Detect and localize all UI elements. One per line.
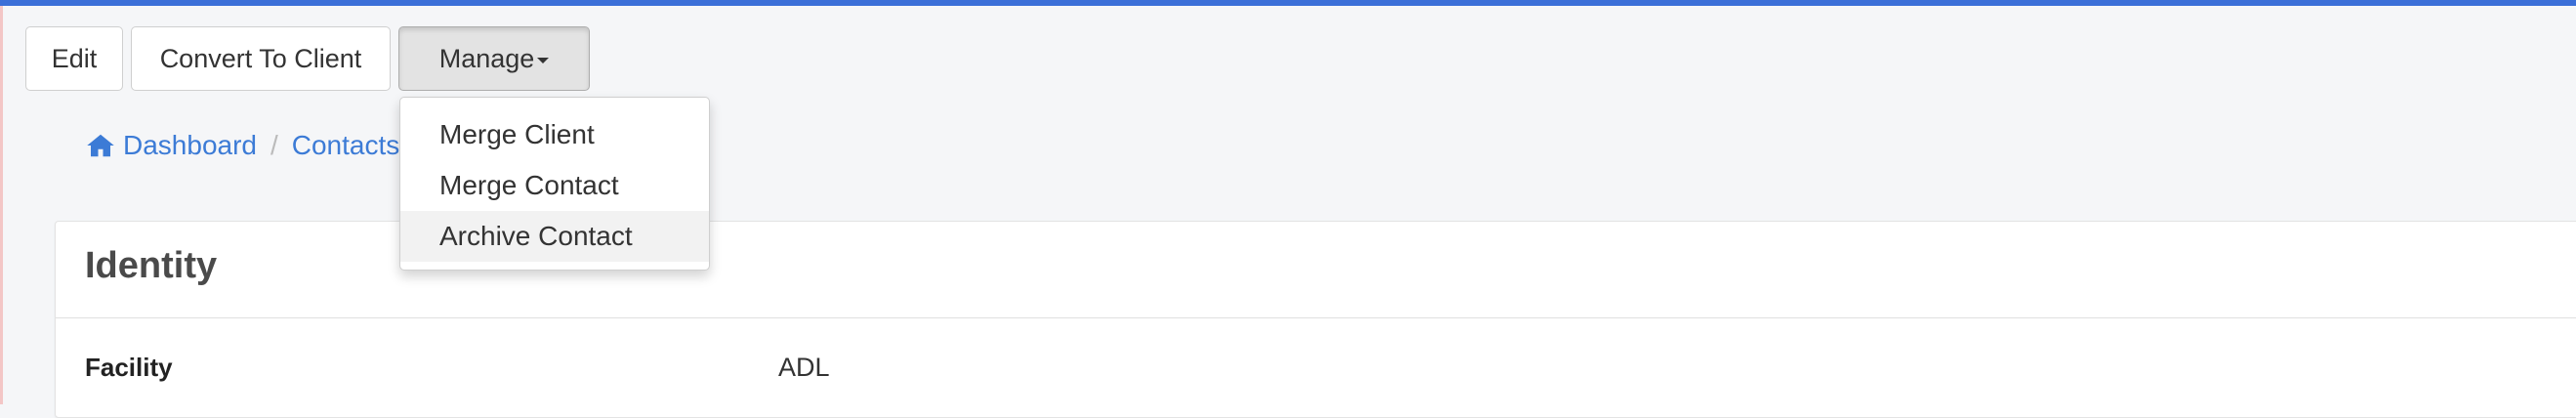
breadcrumb: Dashboard / Contacts — [86, 130, 399, 161]
home-icon — [87, 134, 114, 157]
manage-dropdown-menu: Merge Client Merge Contact Archive Conta… — [399, 97, 710, 271]
caret-down-icon — [537, 58, 550, 63]
edit-button-label: Edit — [51, 43, 98, 73]
facility-value: ADL — [778, 353, 830, 382]
menu-item-merge-contact[interactable]: Merge Contact — [400, 160, 709, 211]
left-edge-line — [0, 6, 3, 404]
convert-button-label: Convert To Client — [159, 43, 362, 73]
convert-to-client-button[interactable]: Convert To Client — [131, 26, 391, 91]
panel-title: Identity — [85, 245, 218, 286]
menu-item-archive-contact[interactable]: Archive Contact — [400, 211, 709, 262]
breadcrumb-contacts-link[interactable]: Contacts — [292, 130, 400, 161]
manage-button-label: Manage — [438, 43, 535, 73]
edit-button[interactable]: Edit — [25, 26, 123, 91]
breadcrumb-dashboard-link[interactable]: Dashboard — [123, 130, 257, 161]
manage-dropdown-button[interactable]: Manage — [398, 26, 590, 91]
breadcrumb-separator: / — [270, 130, 278, 160]
facility-label: Facility — [85, 353, 173, 382]
menu-item-merge-client[interactable]: Merge Client — [400, 109, 709, 160]
top-accent-bar — [0, 0, 2576, 6]
